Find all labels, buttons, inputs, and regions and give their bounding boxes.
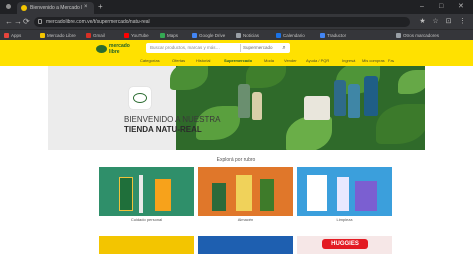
category-card[interactable] (99, 236, 194, 254)
minimize-button[interactable]: – (420, 2, 424, 12)
favicon-icon (21, 5, 27, 11)
bookmark-favicon-icon (236, 33, 241, 38)
subnav-item[interactable]: Ayuda / PQR (306, 57, 340, 65)
bookmark-item[interactable]: Calendario (276, 31, 317, 40)
bookmark-favicon-icon (124, 33, 129, 38)
category-card[interactable]: HUGGIES (297, 236, 392, 254)
subnav-item[interactable]: Ofertas (172, 57, 194, 65)
reload-button[interactable]: ⟳ (23, 16, 30, 27)
subnav-item[interactable]: Favoritos (388, 57, 394, 65)
profile-icon[interactable]: ⊡ (444, 17, 453, 26)
bookmark-item[interactable]: Traductor (320, 31, 393, 40)
natu-real-badge (129, 87, 151, 109)
browser-tab-strip: Bienvenido a Mercado Libre × + – □ ✕ (0, 0, 473, 14)
bookmark-item[interactable]: Google Drive (192, 31, 233, 40)
subnav-item[interactable]: Historial (196, 57, 222, 65)
product-image (212, 183, 226, 211)
page-root: Bienvenido a Mercado Libre × + – □ ✕ ← →… (0, 0, 473, 254)
bookmark-label: YouTube (131, 33, 149, 38)
forward-button[interactable]: → (14, 16, 22, 27)
tab-close-icon[interactable]: × (84, 3, 88, 12)
bookmark-favicon-icon (86, 33, 91, 38)
product-image (337, 177, 349, 211)
bookmark-label: Google Drive (199, 33, 226, 38)
search-category-select[interactable]: Supermercado (240, 44, 278, 52)
bookmark-label: Otros marcadores (403, 33, 440, 38)
subnav-item[interactable]: Moda (264, 57, 282, 65)
bookmark-favicon-icon (276, 33, 281, 38)
subnav-item[interactable]: Supermercado (224, 57, 262, 65)
browser-menu-icon[interactable]: ⋮ (458, 17, 467, 26)
bookmark-label: Apps (11, 33, 22, 38)
extensions-icon[interactable]: ☆ (431, 17, 440, 26)
bookmark-label: Noticias (243, 33, 260, 38)
bookmark-favicon-icon (40, 33, 45, 38)
category-label: Cuidado personal (99, 216, 194, 223)
bookmark-item[interactable]: Otros marcadores (396, 31, 467, 40)
search-bar[interactable]: Buscar productos, marcas y más… Supermer… (146, 43, 290, 53)
subnav-item[interactable]: Categorías (140, 57, 170, 65)
site-header: mercado libre Buscar productos, marcas y… (0, 40, 473, 66)
bookmark-label: Gmail (93, 33, 105, 38)
hero-title-line1: BIENVENIDO A NUESTRA (124, 115, 221, 124)
new-tab-button[interactable]: + (98, 2, 103, 12)
bookmarks-bar: Apps Mercado Libre Gmail YouTube Maps Google … (0, 29, 473, 40)
bookmark-item[interactable]: Gmail (86, 31, 121, 40)
category-card[interactable] (198, 236, 293, 254)
huggies-logo: HUGGIES (322, 239, 368, 249)
maximize-button[interactable]: □ (439, 2, 443, 12)
badge-emblem-icon (133, 93, 147, 103)
search-icon[interactable]: ⌕ (280, 44, 288, 52)
product-image (236, 175, 252, 211)
bookmark-label: Mercado Libre (47, 33, 76, 38)
site-logo[interactable]: mercado libre (96, 43, 138, 56)
category-label: Limpieza (297, 216, 392, 223)
logo-mark-icon (96, 45, 107, 53)
category-card[interactable]: Limpieza (297, 167, 392, 223)
site-subnav: Categorías Ofertas Historial Supermercado Mo… (96, 57, 396, 65)
product-image (119, 177, 133, 211)
address-bar[interactable]: mercadolibre.com.ve/t/supermercado/natu-… (34, 17, 410, 27)
bookmark-favicon-icon (192, 33, 197, 38)
product-image (155, 179, 171, 211)
bookmark-favicon-icon (4, 33, 9, 38)
section-title: Explorá por rubro (216, 157, 256, 163)
bookmark-favicon-icon (320, 33, 325, 38)
browser-toolbar: ← → ⟳ mercadolibre.com.ve/t/supermercado… (0, 14, 473, 29)
subnav-item[interactable]: Ingresá (342, 57, 360, 65)
hero-title-line2: TIENDA NATU-REAL (124, 125, 202, 134)
search-input[interactable]: Buscar productos, marcas y más… (150, 44, 236, 52)
category-card[interactable]: Cuidado personal (99, 167, 194, 223)
address-url: mercadolibre.com.ve/t/supermercado/natu-… (46, 19, 150, 25)
bookmark-label: Traductor (327, 33, 347, 38)
tab-title: Bienvenido a Mercado Libre (30, 5, 82, 11)
back-button[interactable]: ← (5, 16, 13, 27)
bookmark-favicon-icon (396, 33, 401, 38)
bookmark-favicon-icon (160, 33, 165, 38)
browser-tab[interactable]: Bienvenido a Mercado Libre × (17, 2, 94, 14)
product-image (260, 179, 274, 211)
lock-icon (38, 19, 42, 24)
hero-foliage-image (170, 66, 425, 150)
product-image (307, 175, 327, 211)
close-window-button[interactable]: ✕ (458, 2, 464, 12)
window-menu-icon[interactable] (6, 4, 11, 9)
product-image (355, 181, 377, 211)
category-label: Almacén (198, 216, 293, 223)
bookmark-item[interactable]: Mercado Libre (40, 31, 83, 40)
bookmark-star-icon[interactable]: ★ (418, 17, 427, 26)
subnav-item[interactable]: Vender (284, 57, 304, 65)
bookmark-item[interactable]: Apps (4, 31, 37, 40)
logo-text-line2: libre (109, 49, 120, 55)
category-card[interactable]: Almacén (198, 167, 293, 223)
bookmark-item[interactable]: Maps (160, 31, 189, 40)
bookmark-item[interactable]: YouTube (124, 31, 157, 40)
subnav-item[interactable]: Mis compras (362, 57, 386, 65)
bookmark-label: Calendario (283, 33, 305, 38)
product-image (139, 175, 143, 213)
bookmark-item[interactable]: Noticias (236, 31, 273, 40)
hero-banner[interactable]: BIENVENIDO A NUESTRA TIENDA NATU-REAL (48, 66, 425, 150)
category-image (99, 167, 194, 216)
bookmark-label: Maps (167, 33, 179, 38)
